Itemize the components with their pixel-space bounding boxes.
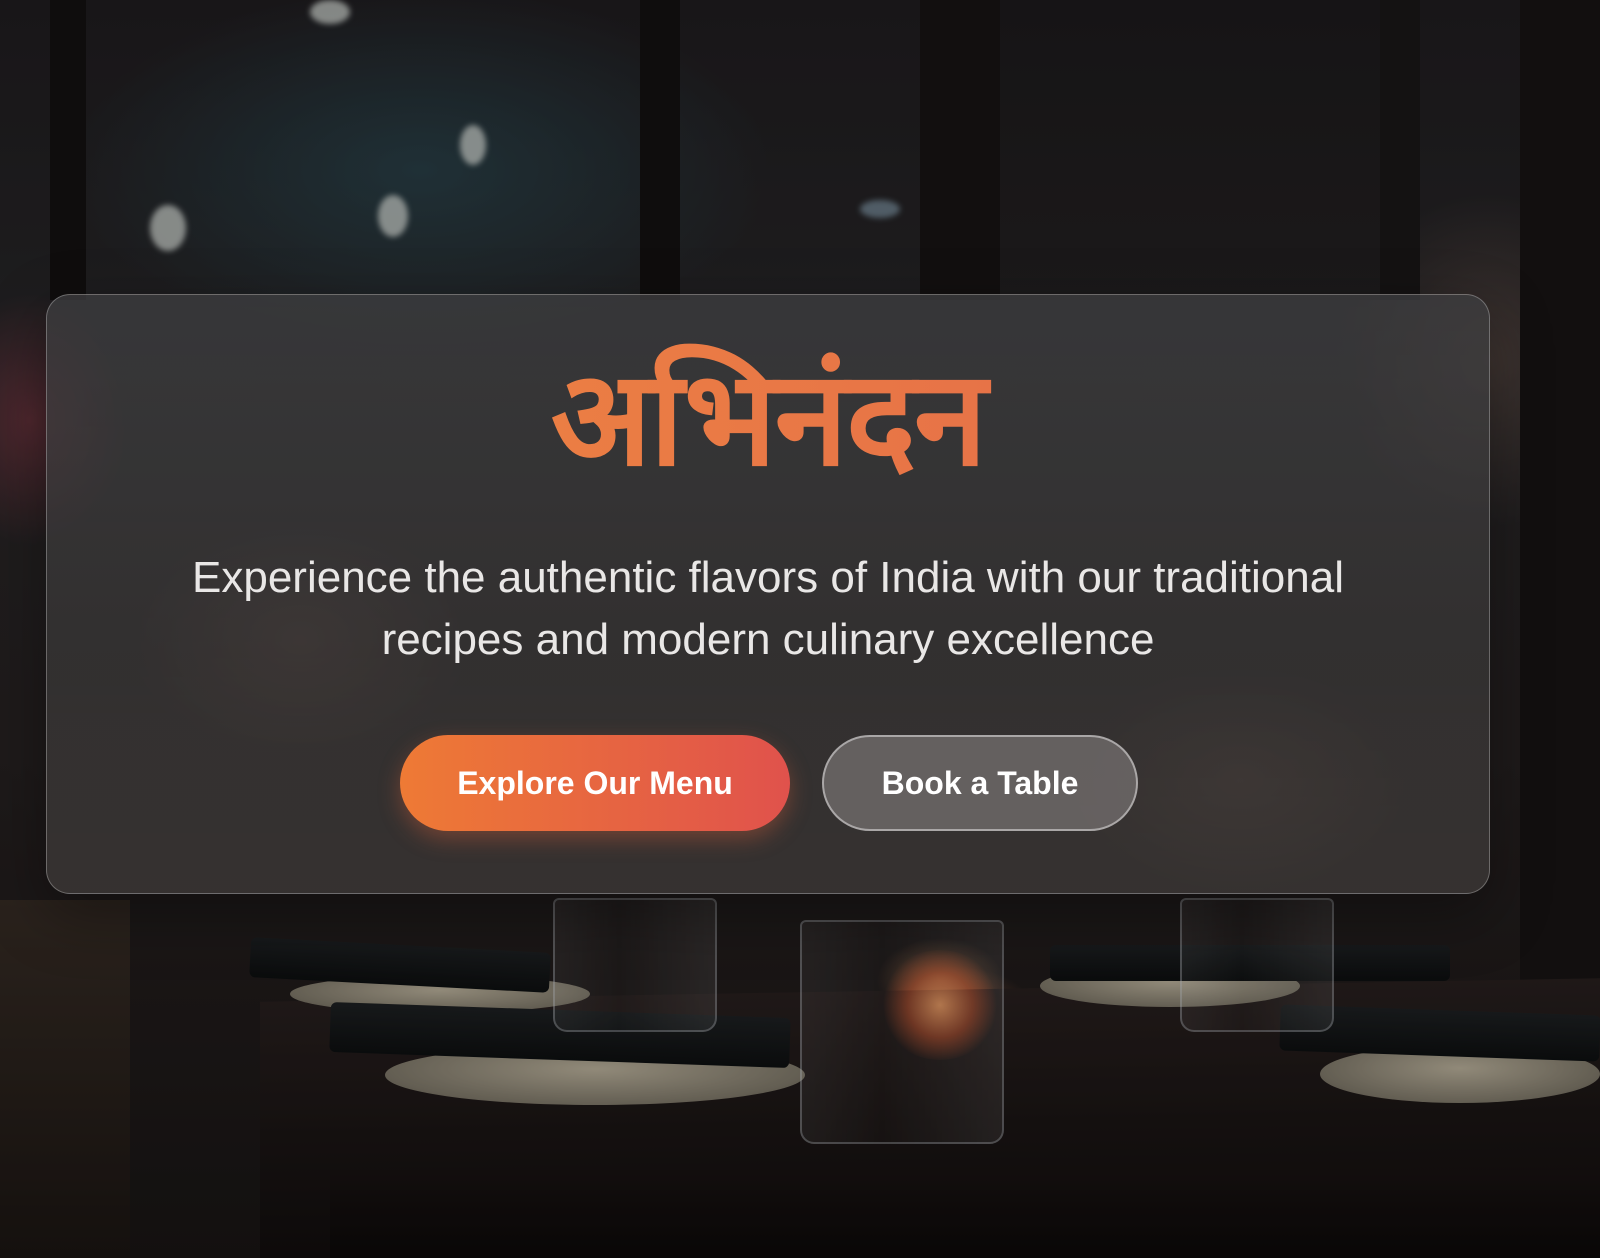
hero-subtitle: Experience the authentic flavors of Indi… bbox=[192, 553, 1344, 664]
hero-card: अभिनंदन Experience the authentic flavors… bbox=[46, 294, 1490, 894]
hero-section: अभिनंदन Experience the authentic flavors… bbox=[0, 0, 1600, 1258]
explore-menu-button[interactable]: Explore Our Menu bbox=[400, 735, 790, 831]
hero-title: अभिनंदन bbox=[47, 337, 1489, 502]
book-table-button[interactable]: Book a Table bbox=[822, 735, 1138, 831]
